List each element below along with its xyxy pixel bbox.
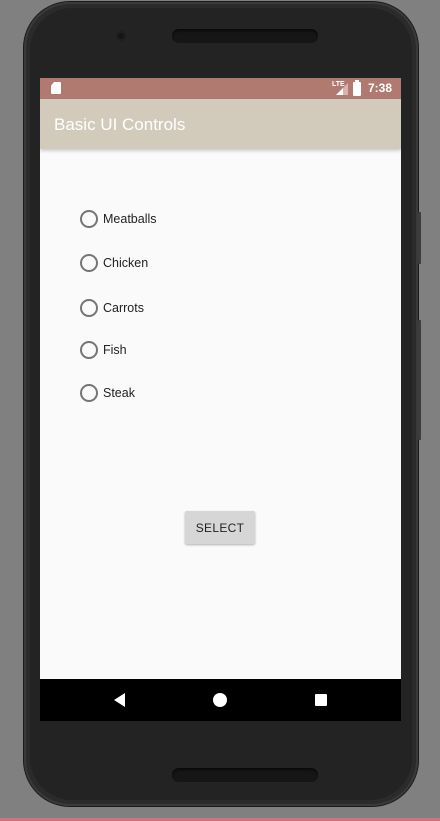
radio-button-icon[interactable] [80,299,98,317]
top-speaker [172,29,318,43]
battery-icon [353,80,361,96]
radio-steak[interactable]: Steak [80,384,135,402]
bottom-speaker [172,768,318,782]
radio-meatballs[interactable]: Meatballs [80,210,157,228]
volume-button[interactable] [418,212,421,264]
radio-label: Meatballs [103,212,157,226]
select-button[interactable]: SELECT [185,511,255,544]
radio-button-icon[interactable] [80,254,98,272]
sd-card-icon [51,82,61,94]
navigation-bar [40,679,401,721]
app-title: Basic UI Controls [54,115,186,134]
radio-label: Chicken [103,256,149,270]
power-button[interactable] [418,320,421,440]
radio-chicken[interactable]: Chicken [80,254,148,272]
radio-label: Steak [103,386,135,400]
radio-button-icon[interactable] [80,384,98,402]
status-bar: LTE 7:38 [40,78,401,99]
app-toolbar: Basic UI Controls [40,99,401,149]
status-time: 7:38 [368,81,393,95]
front-camera [116,31,126,41]
radio-label: Carrots [103,301,144,315]
radio-carrots[interactable]: Carrots [80,299,144,317]
back-icon[interactable] [114,693,125,707]
signal-icon [336,83,348,95]
recents-icon[interactable] [315,694,327,706]
radio-fish[interactable]: Fish [80,341,127,359]
device-screen: LTE 7:38 Basic UI Controls Meatballs Chi… [40,78,401,721]
radio-button-icon[interactable] [80,341,98,359]
radio-label: Fish [103,343,127,357]
radio-button-icon[interactable] [80,210,98,228]
home-icon[interactable] [213,693,227,707]
